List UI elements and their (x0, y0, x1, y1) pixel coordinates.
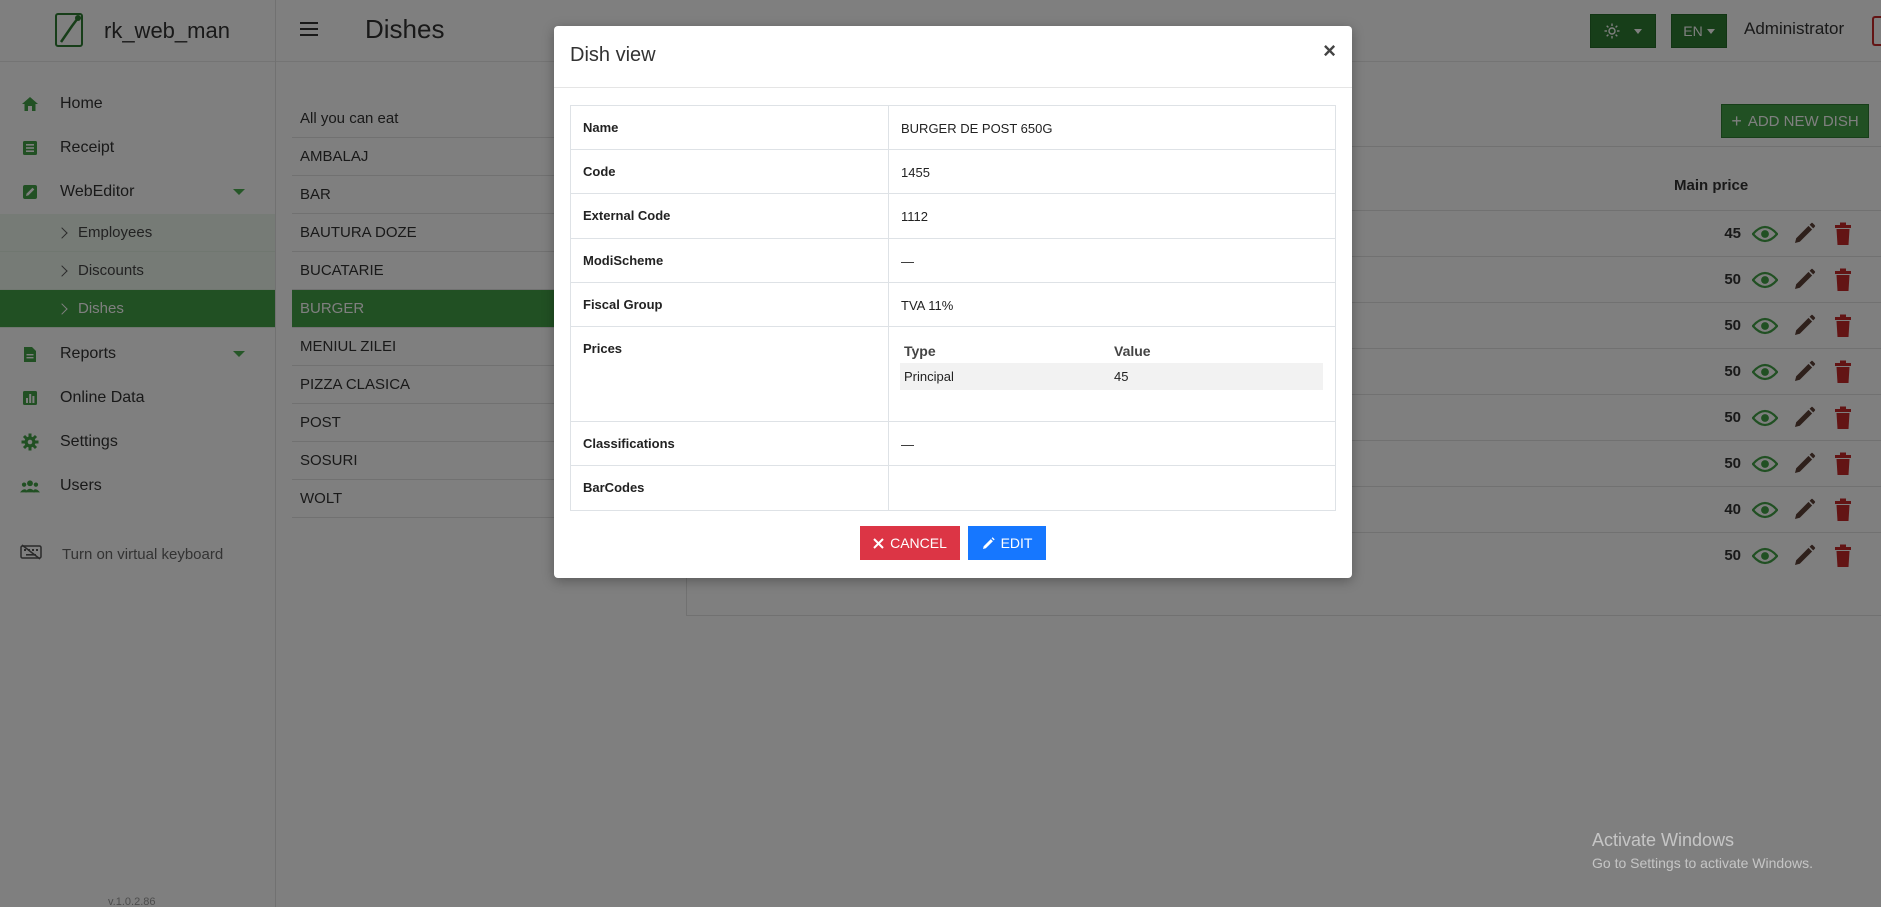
detail-label: Prices (570, 326, 889, 422)
watermark-subtitle: Go to Settings to activate Windows. (1592, 855, 1813, 871)
edit-button[interactable]: EDIT (968, 526, 1046, 560)
prices-row: Principal 45 (900, 363, 1323, 390)
detail-value: — (888, 421, 1336, 466)
detail-row-modischeme: ModiScheme — (570, 238, 1336, 283)
detail-row-code: Code 1455 (570, 149, 1336, 194)
detail-label: External Code (570, 193, 889, 239)
detail-row-name: Name BURGER DE POST 650G (570, 105, 1336, 150)
detail-value: TVA 11% (888, 282, 1336, 327)
prices-col-type: Type (904, 343, 936, 359)
prices-table: Type Value Principal 45 (900, 341, 1323, 390)
detail-label: ModiScheme (570, 238, 889, 283)
detail-row-barcodes: BarCodes (570, 465, 1336, 511)
detail-row-classifications: Classifications — (570, 421, 1336, 466)
modal-title: Dish view (570, 44, 656, 66)
close-icon[interactable]: × (1323, 38, 1336, 64)
price-type: Principal (900, 363, 1110, 390)
price-value: 45 (1110, 363, 1323, 390)
watermark-title: Activate Windows (1592, 830, 1735, 850)
detail-value: BURGER DE POST 650G (888, 105, 1336, 150)
detail-label: Classifications (570, 421, 889, 466)
prices-col-value: Value (1114, 343, 1151, 359)
cancel-label: CANCEL (890, 535, 947, 551)
detail-label: Fiscal Group (570, 282, 889, 327)
detail-label: Code (570, 149, 889, 194)
close-icon (873, 537, 884, 549)
cancel-button[interactable]: CANCEL (860, 526, 960, 560)
detail-value (888, 465, 1336, 511)
prices-cell: Type Value Principal 45 (888, 326, 1336, 422)
detail-row-external-code: External Code 1112 (570, 193, 1336, 239)
modal-actions: CANCEL EDIT (554, 526, 1352, 560)
modal-backdrop[interactable]: Activate Windows Go to Settings to activ… (0, 0, 1881, 907)
detail-value: 1455 (888, 149, 1336, 194)
detail-row-fiscal-group: Fiscal Group TVA 11% (570, 282, 1336, 327)
edit-label: EDIT (1000, 535, 1033, 551)
prices-header-row: Type Value (900, 341, 1323, 363)
detail-row-prices: Prices Type Value Principal 45 (570, 326, 1336, 422)
detail-label: BarCodes (570, 465, 889, 511)
pencil-icon (982, 536, 995, 550)
detail-label: Name (570, 105, 889, 150)
dish-detail-table: Name BURGER DE POST 650G Code 1455 Exter… (570, 105, 1336, 511)
dish-view-modal: Dish view × Name BURGER DE POST 650G Cod… (554, 26, 1352, 578)
detail-value: — (888, 238, 1336, 283)
modal-header: Dish view × (554, 26, 1352, 88)
detail-value: 1112 (888, 193, 1336, 239)
windows-watermark: Activate Windows Go to Settings to activ… (1592, 830, 1813, 871)
